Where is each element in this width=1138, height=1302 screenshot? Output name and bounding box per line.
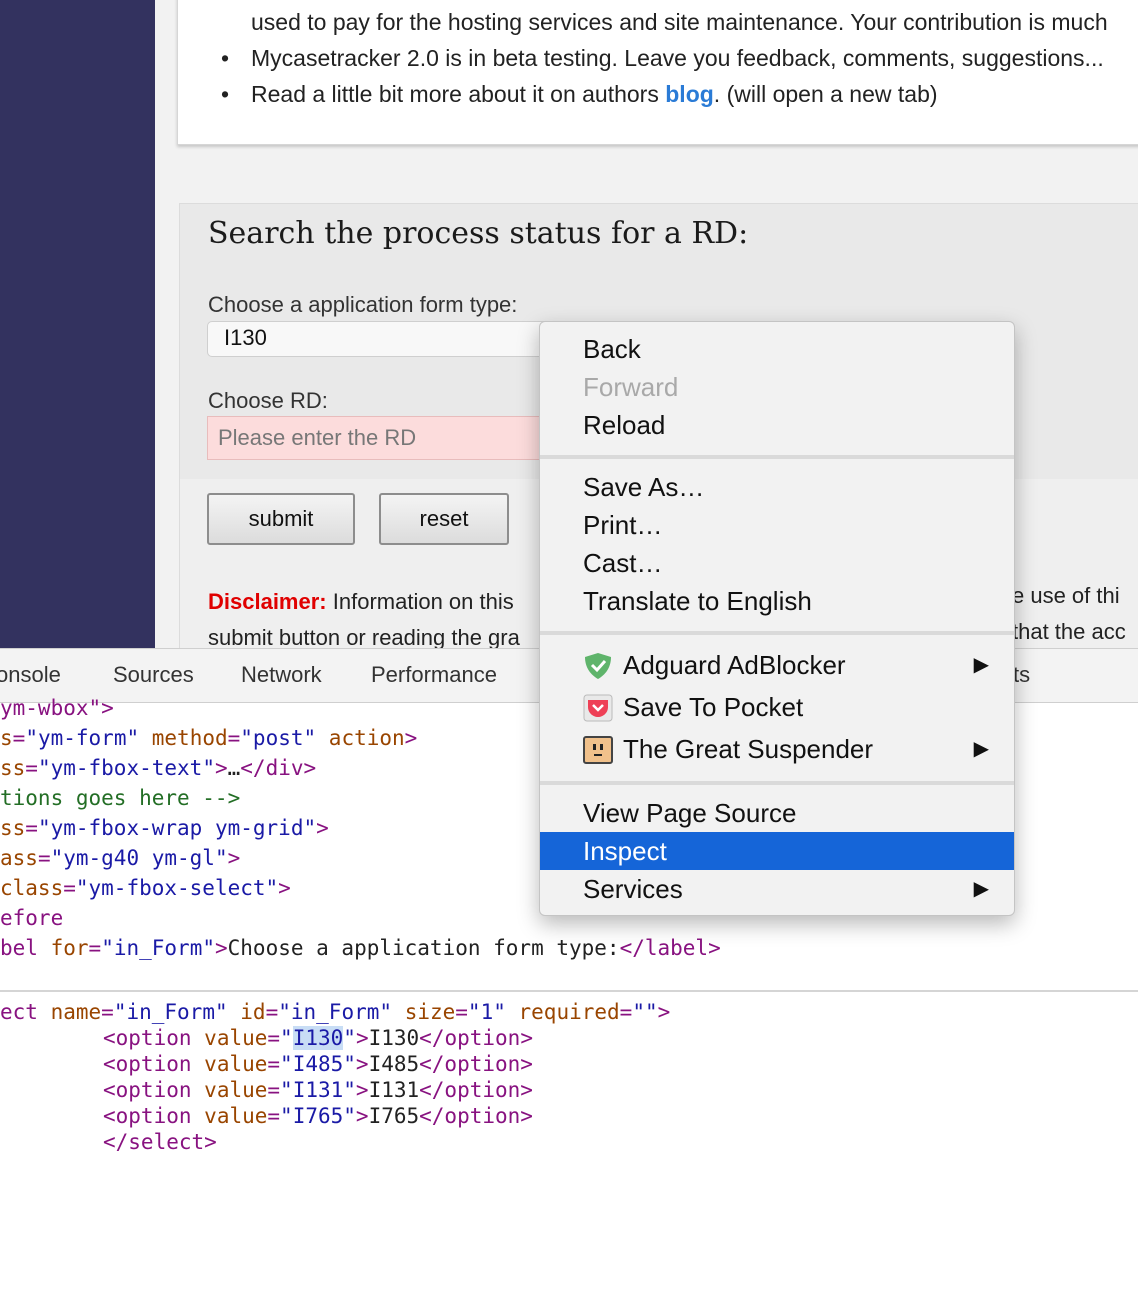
form-type-label: Choose a application form type: bbox=[208, 292, 518, 317]
submenu-arrow-icon: ▶ bbox=[973, 878, 989, 900]
menu-item-forward: Forward bbox=[583, 372, 679, 402]
menu-item-inspect[interactable]: Inspect bbox=[540, 832, 1014, 870]
code-line[interactable]: ect name="in_Form" id="in_Form" size="1"… bbox=[0, 999, 670, 1025]
page-title: Search the process status for a RD: bbox=[208, 216, 749, 251]
notice-text: used to pay for the hosting services and… bbox=[251, 9, 1108, 35]
menu-item-adguard[interactable]: Adguard AdBlocker ▶ bbox=[540, 646, 1014, 684]
menu-item-back[interactable]: Back bbox=[540, 330, 1014, 368]
code-close-tag[interactable]: </select> bbox=[103, 1129, 217, 1155]
menu-item-cast[interactable]: Cast… bbox=[540, 544, 1014, 582]
context-menu: Back Forward Reload Save As… Print… Cast… bbox=[539, 321, 1015, 916]
submenu-arrow-icon: ▶ bbox=[973, 654, 989, 676]
menu-item-print[interactable]: Print… bbox=[540, 506, 1014, 544]
menu-item-translate[interactable]: Translate to English bbox=[540, 582, 1014, 620]
code-option-line[interactable]: <option value="I485">I485</option> bbox=[103, 1051, 533, 1077]
notice-item: Read a little bit more about it on autho… bbox=[208, 76, 1138, 112]
menu-item-label: Adguard AdBlocker bbox=[623, 650, 846, 680]
tab-console[interactable]: onsole bbox=[0, 662, 61, 688]
menu-item-view-page-source[interactable]: View Page Source bbox=[540, 794, 1014, 832]
notice-text: . (will open a new tab) bbox=[713, 81, 938, 107]
code-pseudo-element[interactable]: efore bbox=[0, 905, 63, 931]
code-comment[interactable]: tions goes here --> bbox=[0, 785, 240, 811]
code-line[interactable]: ym-wbox"> bbox=[0, 695, 114, 721]
disclaimer-text-line2: submit button or reading the gra bbox=[208, 625, 520, 650]
disclaimer-tail: that the acc bbox=[1012, 619, 1126, 644]
code-line[interactable]: ss="ym-fbox-text">…</div> bbox=[0, 755, 316, 781]
menu-item-great-suspender[interactable]: The Great Suspender ▶ bbox=[540, 730, 1014, 768]
form-type-select[interactable]: I130 bbox=[207, 321, 567, 357]
notice-text: Read a little bit more about it on autho… bbox=[251, 81, 666, 107]
menu-item-label: Services bbox=[583, 874, 683, 904]
reset-button[interactable]: reset bbox=[379, 493, 509, 545]
great-suspender-icon bbox=[583, 736, 613, 764]
tab-partial[interactable]: ts bbox=[1013, 662, 1030, 688]
menu-item-services[interactable]: Services ▶ bbox=[540, 870, 1014, 908]
code-line[interactable]: bel for="in_Form">Choose a application f… bbox=[0, 935, 721, 961]
tab-network[interactable]: Network bbox=[241, 662, 322, 688]
tab-sources[interactable]: Sources bbox=[113, 662, 194, 688]
disclaimer-label: Disclaimer: bbox=[208, 589, 327, 614]
notice-list: used to pay for the hosting services and… bbox=[208, 4, 1138, 112]
menu-item-save-as[interactable]: Save As… bbox=[540, 468, 1014, 506]
code-line[interactable]: s="ym-form" method="post" action> bbox=[0, 725, 417, 751]
menu-separator bbox=[540, 455, 1014, 459]
sidebar bbox=[0, 0, 155, 648]
code-line[interactable]: class="ym-fbox-select"> bbox=[0, 875, 291, 901]
submit-button[interactable]: submit bbox=[207, 493, 355, 545]
code-divider bbox=[0, 990, 1138, 992]
menu-separator bbox=[540, 781, 1014, 785]
menu-separator bbox=[540, 631, 1014, 635]
code-line[interactable]: ss="ym-fbox-wrap ym-grid"> bbox=[0, 815, 329, 841]
notice-text: Mycasetracker 2.0 is in beta testing. Le… bbox=[251, 45, 1104, 71]
code-option-line[interactable]: <option value="I131">I131</option> bbox=[103, 1077, 533, 1103]
rd-input[interactable]: Please enter the RD bbox=[207, 416, 567, 460]
menu-item-reload[interactable]: Reload bbox=[540, 406, 1014, 444]
menu-item-label: Save To Pocket bbox=[623, 692, 804, 722]
pocket-icon bbox=[583, 694, 613, 722]
notice-item: Mycasetracker 2.0 is in beta testing. Le… bbox=[208, 40, 1138, 76]
code-option-line[interactable]: <option value="I765">I765</option> bbox=[103, 1103, 533, 1129]
notice-item: used to pay for the hosting services and… bbox=[208, 4, 1138, 40]
adguard-shield-icon bbox=[583, 652, 613, 680]
menu-item-label: The Great Suspender bbox=[623, 734, 874, 764]
code-option-line[interactable]: <option value="I130">I130</option> bbox=[103, 1025, 533, 1051]
tab-performance[interactable]: Performance bbox=[371, 662, 497, 688]
submenu-arrow-icon: ▶ bbox=[973, 738, 989, 760]
disclaimer-text: Information on this bbox=[332, 589, 514, 614]
disclaimer-tail: e use of thi bbox=[1012, 583, 1120, 608]
notice-panel: used to pay for the hosting services and… bbox=[177, 0, 1138, 145]
rd-label: Choose RD: bbox=[208, 388, 328, 413]
blog-link[interactable]: blog bbox=[665, 81, 714, 107]
code-line[interactable]: ass="ym-g40 ym-gl"> bbox=[0, 845, 240, 871]
menu-item-pocket[interactable]: Save To Pocket bbox=[540, 688, 1014, 726]
